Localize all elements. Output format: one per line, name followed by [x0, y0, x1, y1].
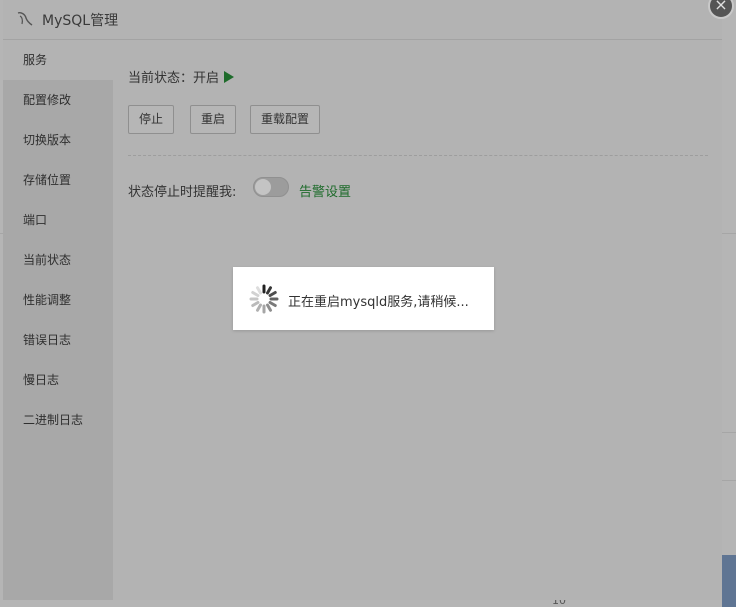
sidebar-item-config[interactable]: 配置修改 [3, 80, 113, 120]
sidebar-item-performance[interactable]: 性能调整 [3, 280, 113, 320]
sidebar-item-storage[interactable]: 存储位置 [3, 160, 113, 200]
loading-spinner-icon [249, 284, 279, 314]
screen: 10 MySQL管理 × 服务 配置修改 切换版本 存储位置 端口 当前状态 性… [0, 0, 736, 607]
play-icon [224, 71, 235, 83]
section-divider [128, 155, 708, 156]
background-divider [722, 480, 736, 481]
reload-config-button[interactable]: 重载配置 [250, 105, 321, 134]
alert-settings-link[interactable]: 告警设置 [299, 181, 351, 200]
background-chart-fragment [722, 555, 736, 607]
dialog-titlebar: MySQL管理 [3, 0, 722, 40]
loading-toast: 正在重启mysqld服务,请稍候... [233, 267, 494, 330]
stop-alert-label: 状态停止时提醒我: [128, 185, 237, 200]
sidebar-item-current-status[interactable]: 当前状态 [3, 240, 113, 280]
restart-button[interactable]: 重启 [190, 105, 237, 134]
loading-message: 正在重启mysqld服务,请稍候... [288, 295, 469, 310]
sidebar-item-slow-log[interactable]: 慢日志 [3, 360, 113, 400]
service-status: 当前状态：开启 [128, 67, 235, 86]
background-divider [722, 432, 736, 433]
service-status-text: 当前状态：开启 [128, 71, 220, 86]
sidebar: 服务 配置修改 切换版本 存储位置 端口 当前状态 性能调整 错误日志 慢日志 … [3, 40, 113, 600]
mysql-dolphin-icon [17, 12, 33, 26]
sidebar-item-port[interactable]: 端口 [3, 200, 113, 240]
sidebar-item-error-log[interactable]: 错误日志 [3, 320, 113, 360]
stop-button[interactable]: 停止 [128, 105, 175, 134]
toggle-knob [255, 179, 271, 195]
stop-alert-toggle[interactable] [253, 177, 289, 197]
sidebar-item-service[interactable]: 服务 [3, 40, 113, 80]
dialog-title: MySQL管理 [42, 13, 119, 29]
sidebar-item-binlog[interactable]: 二进制日志 [3, 400, 113, 440]
sidebar-item-switch-version[interactable]: 切换版本 [3, 120, 113, 160]
